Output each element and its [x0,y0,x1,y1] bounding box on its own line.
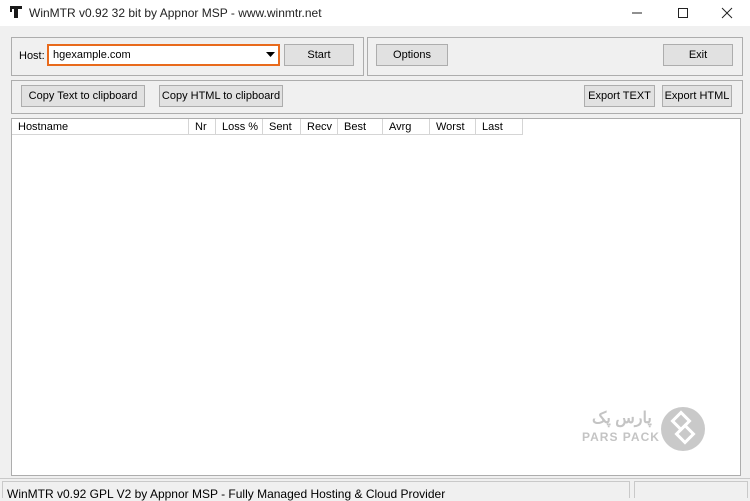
options-button[interactable]: Options [376,44,448,66]
close-icon [721,7,733,19]
host-input[interactable]: hgexample.com [53,49,131,61]
status-panel-main: WinMTR v0.92 GPL V2 by Appnor MSP - Full… [2,481,630,501]
title-bar: WinMTR v0.92 32 bit by Appnor MSP - www.… [0,0,750,26]
column-header-avrg[interactable]: Avrg [383,119,430,135]
copy-text-button[interactable]: Copy Text to clipboard [21,85,145,107]
chevron-down-icon[interactable] [266,52,275,58]
status-bar: WinMTR v0.92 GPL V2 by Appnor MSP - Full… [0,478,750,501]
table-header: Hostname Nr Loss % Sent Recv Best Avrg W… [12,119,740,136]
maximize-icon [678,8,688,18]
start-button[interactable]: Start [284,44,354,66]
column-header-hostname[interactable]: Hostname [12,119,189,135]
parspack-logo-icon [661,407,705,451]
export-text-button[interactable]: Export TEXT [584,85,655,107]
column-header-nr[interactable]: Nr [189,119,216,135]
maximize-button[interactable] [660,0,706,26]
column-header-loss[interactable]: Loss % [216,119,263,135]
close-button[interactable] [704,0,750,26]
column-header-best[interactable]: Best [338,119,383,135]
export-html-button[interactable]: Export HTML [662,85,732,107]
minimize-button[interactable] [614,0,660,26]
minimize-icon [632,12,642,14]
watermark-persian-text: پارس پک [592,410,652,427]
column-header-recv[interactable]: Recv [301,119,338,135]
column-header-last[interactable]: Last [476,119,523,135]
status-panel-secondary [634,481,748,498]
status-text: WinMTR v0.92 GPL V2 by Appnor MSP - Full… [7,487,446,501]
exit-button[interactable]: Exit [663,44,733,66]
copy-html-button[interactable]: Copy HTML to clipboard [159,85,283,107]
host-label: Host: [19,50,45,62]
winmtr-app-icon [10,6,22,18]
column-header-worst[interactable]: Worst [430,119,476,135]
watermark-text: PARS PACK [582,430,660,444]
window-title: WinMTR v0.92 32 bit by Appnor MSP - www.… [29,6,322,20]
host-combobox[interactable]: hgexample.com [47,44,280,66]
column-header-sent[interactable]: Sent [263,119,301,135]
